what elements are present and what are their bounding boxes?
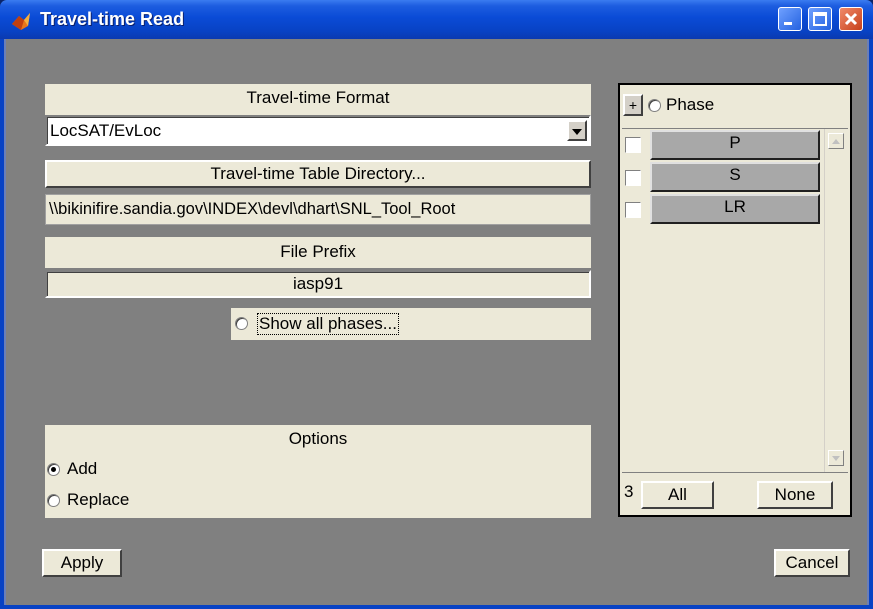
apply-button[interactable]: Apply bbox=[42, 549, 122, 577]
show-all-phases-radio[interactable] bbox=[235, 317, 248, 330]
maximize-icon bbox=[813, 12, 827, 26]
phase-expand-button[interactable]: + bbox=[623, 94, 643, 116]
title-bar[interactable]: Travel-time Read bbox=[0, 0, 873, 39]
window-border-right bbox=[869, 39, 873, 609]
cancel-button[interactable]: Cancel bbox=[774, 549, 850, 577]
option-add-label: Add bbox=[67, 459, 98, 478]
radio-selected-dot bbox=[51, 467, 56, 472]
phase-checkbox-lr[interactable] bbox=[625, 202, 641, 218]
chevron-down-icon bbox=[832, 456, 840, 461]
option-replace[interactable]: Replace bbox=[45, 489, 185, 513]
option-add-radio[interactable] bbox=[47, 463, 60, 476]
window-title: Travel-time Read bbox=[40, 9, 185, 29]
minimize-icon bbox=[784, 22, 792, 25]
options-label: Options bbox=[288, 429, 348, 448]
close-button[interactable] bbox=[839, 7, 863, 31]
chevron-down-icon bbox=[572, 129, 582, 135]
option-replace-label: Replace bbox=[67, 490, 130, 509]
phase-count: 3 bbox=[624, 482, 634, 501]
option-add[interactable]: Add bbox=[45, 458, 165, 482]
format-label: Travel-time Format bbox=[246, 88, 390, 107]
phase-list: P S LR bbox=[622, 128, 848, 473]
show-all-phases-toggle[interactable]: Show all phases... bbox=[231, 308, 591, 340]
select-all-button[interactable]: All bbox=[641, 481, 714, 509]
phase-panel: + Phase P S LR 3 All None bbox=[618, 83, 852, 517]
phase-scrollbar[interactable] bbox=[824, 129, 848, 472]
prefix-label-panel: File Prefix bbox=[45, 237, 591, 268]
phase-header-radio[interactable] bbox=[648, 99, 661, 112]
window: Travel-time Read Travel-time Format LocS… bbox=[0, 0, 873, 609]
prefix-input[interactable]: iasp91 bbox=[45, 270, 591, 298]
close-icon bbox=[844, 12, 858, 26]
table-directory-button[interactable]: Travel-time Table Directory... bbox=[45, 160, 591, 188]
phase-button-p[interactable]: P bbox=[650, 130, 820, 160]
maximize-button[interactable] bbox=[808, 7, 832, 31]
scroll-down-button[interactable] bbox=[828, 450, 844, 466]
window-border-bottom bbox=[0, 605, 873, 609]
format-label-panel: Travel-time Format bbox=[45, 84, 591, 115]
format-dropdown[interactable]: LocSAT/EvLoc bbox=[45, 115, 591, 146]
show-all-phases-label: Show all phases... bbox=[257, 313, 399, 335]
phase-button-s[interactable]: S bbox=[650, 162, 820, 192]
prefix-label: File Prefix bbox=[280, 242, 356, 261]
option-replace-radio[interactable] bbox=[47, 494, 60, 507]
directory-path-text: \\bikinifire.sandia.gov\INDEX\devl\dhart… bbox=[49, 200, 456, 218]
prefix-value: iasp91 bbox=[292, 274, 344, 293]
scroll-up-button[interactable] bbox=[828, 133, 844, 149]
select-none-button[interactable]: None bbox=[757, 481, 833, 509]
dialog-body: Travel-time Format LocSAT/EvLoc Travel-t… bbox=[4, 39, 869, 605]
directory-path-field[interactable]: \\bikinifire.sandia.gov\INDEX\devl\dhart… bbox=[45, 194, 591, 225]
options-panel: Options Add Replace bbox=[45, 425, 591, 518]
format-selected-value: LocSAT/EvLoc bbox=[50, 121, 162, 140]
phase-button-lr[interactable]: LR bbox=[650, 194, 820, 224]
format-dropdown-button[interactable] bbox=[567, 120, 587, 141]
chevron-up-icon bbox=[832, 139, 840, 144]
phase-checkbox-s[interactable] bbox=[625, 170, 641, 186]
phase-checkbox-p[interactable] bbox=[625, 137, 641, 153]
phase-header-label: Phase bbox=[666, 95, 715, 114]
minimize-button[interactable] bbox=[778, 7, 802, 31]
matlab-icon bbox=[12, 13, 30, 30]
